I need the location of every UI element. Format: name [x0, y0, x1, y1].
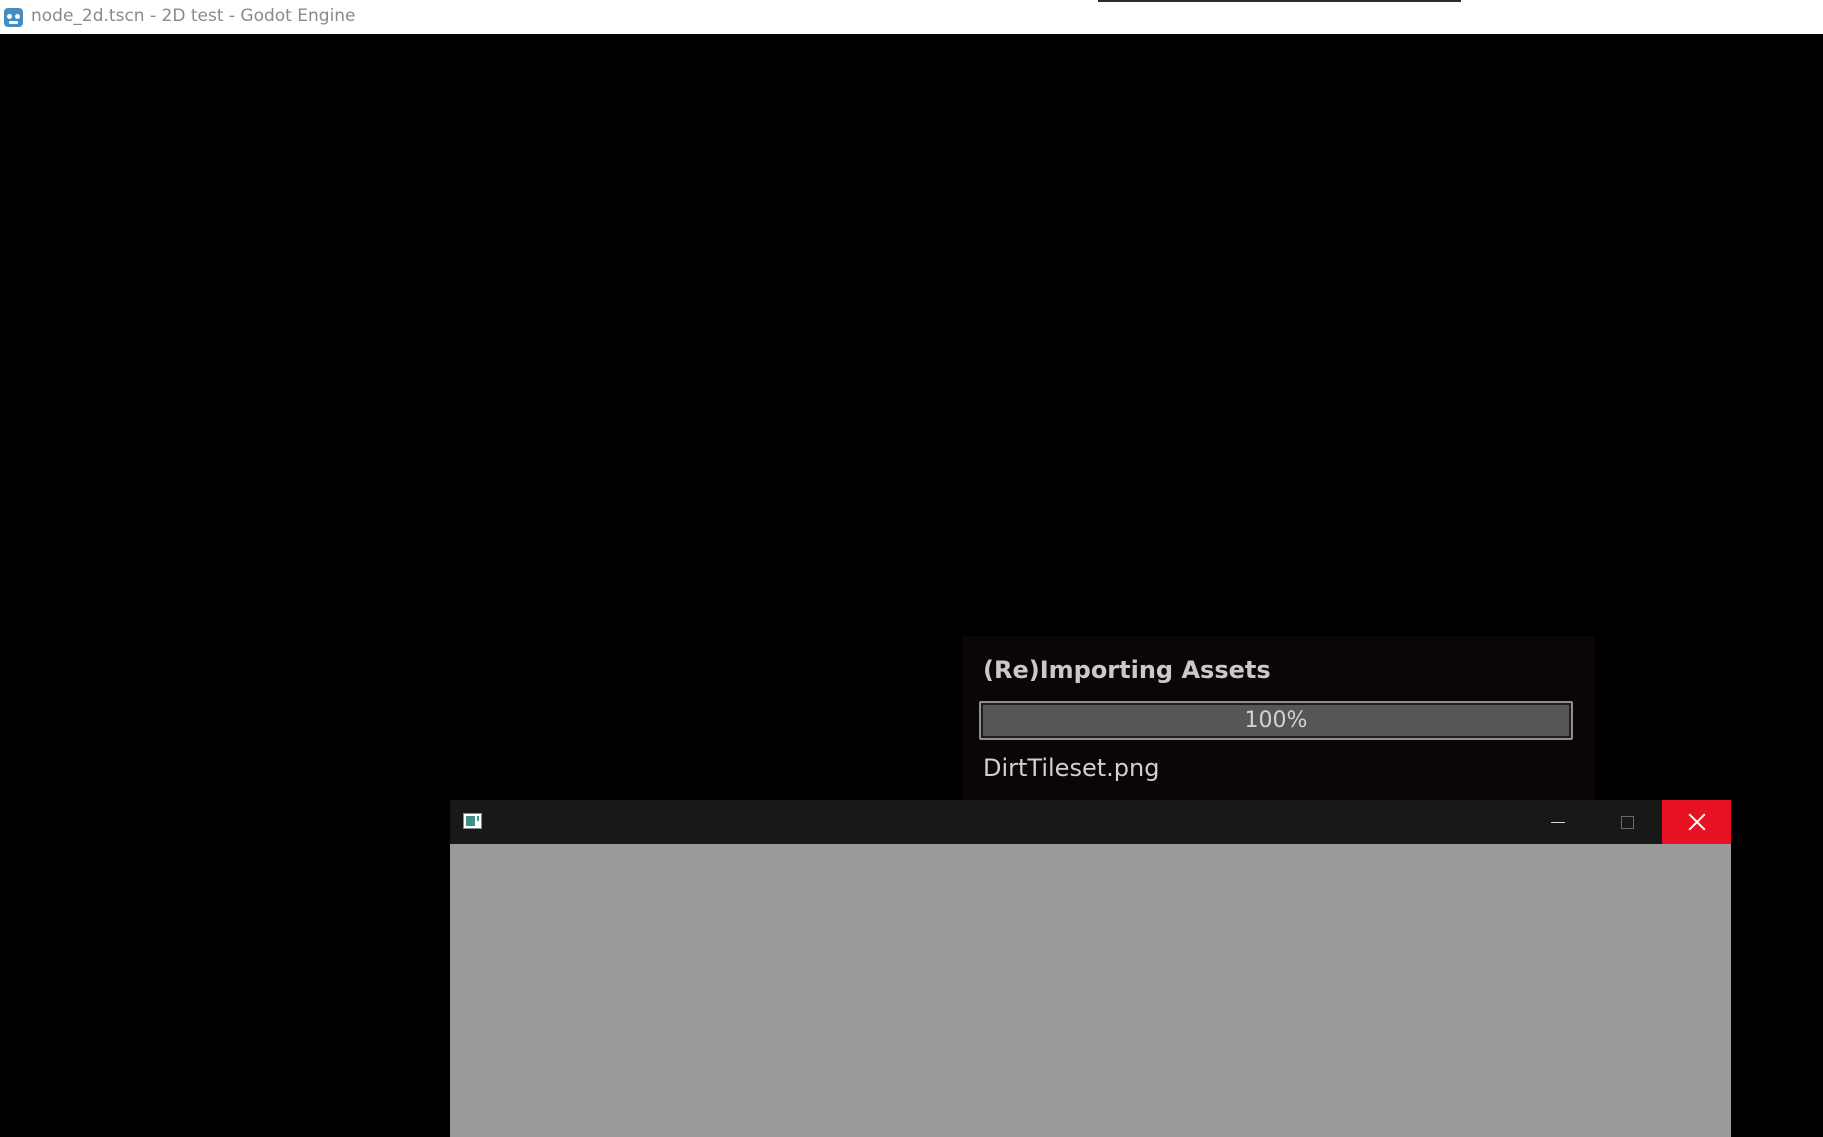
main-window-titlebar[interactable]: node_2d.tscn - 2D test - Godot Engine [0, 0, 1823, 34]
close-button[interactable] [1662, 800, 1731, 844]
import-progress-percent: 100% [1244, 708, 1308, 733]
titlebar-divider [1098, 0, 1461, 2]
app-window-icon[interactable] [463, 813, 482, 829]
maximize-button[interactable] [1593, 800, 1662, 844]
import-progress-dialog: (Re)Importing Assets 100% DirtTileset.pn… [962, 636, 1594, 804]
minimize-button[interactable] [1523, 800, 1592, 844]
main-window-title: node_2d.tscn - 2D test - Godot Engine [31, 6, 356, 26]
maximize-icon [1621, 816, 1634, 829]
game-viewport[interactable] [450, 844, 1731, 1137]
godot-icon [4, 8, 23, 27]
game-window-titlebar[interactable] [450, 800, 1731, 844]
import-current-file: DirtTileset.png [983, 754, 1160, 782]
desktop-screen: node_2d.tscn - 2D test - Godot Engine (R… [0, 0, 1823, 1137]
import-dialog-heading: (Re)Importing Assets [983, 656, 1271, 684]
game-window [450, 800, 1731, 1137]
import-progress-bar: 100% [979, 701, 1573, 740]
minimize-icon [1551, 822, 1565, 823]
close-icon [1688, 813, 1706, 831]
